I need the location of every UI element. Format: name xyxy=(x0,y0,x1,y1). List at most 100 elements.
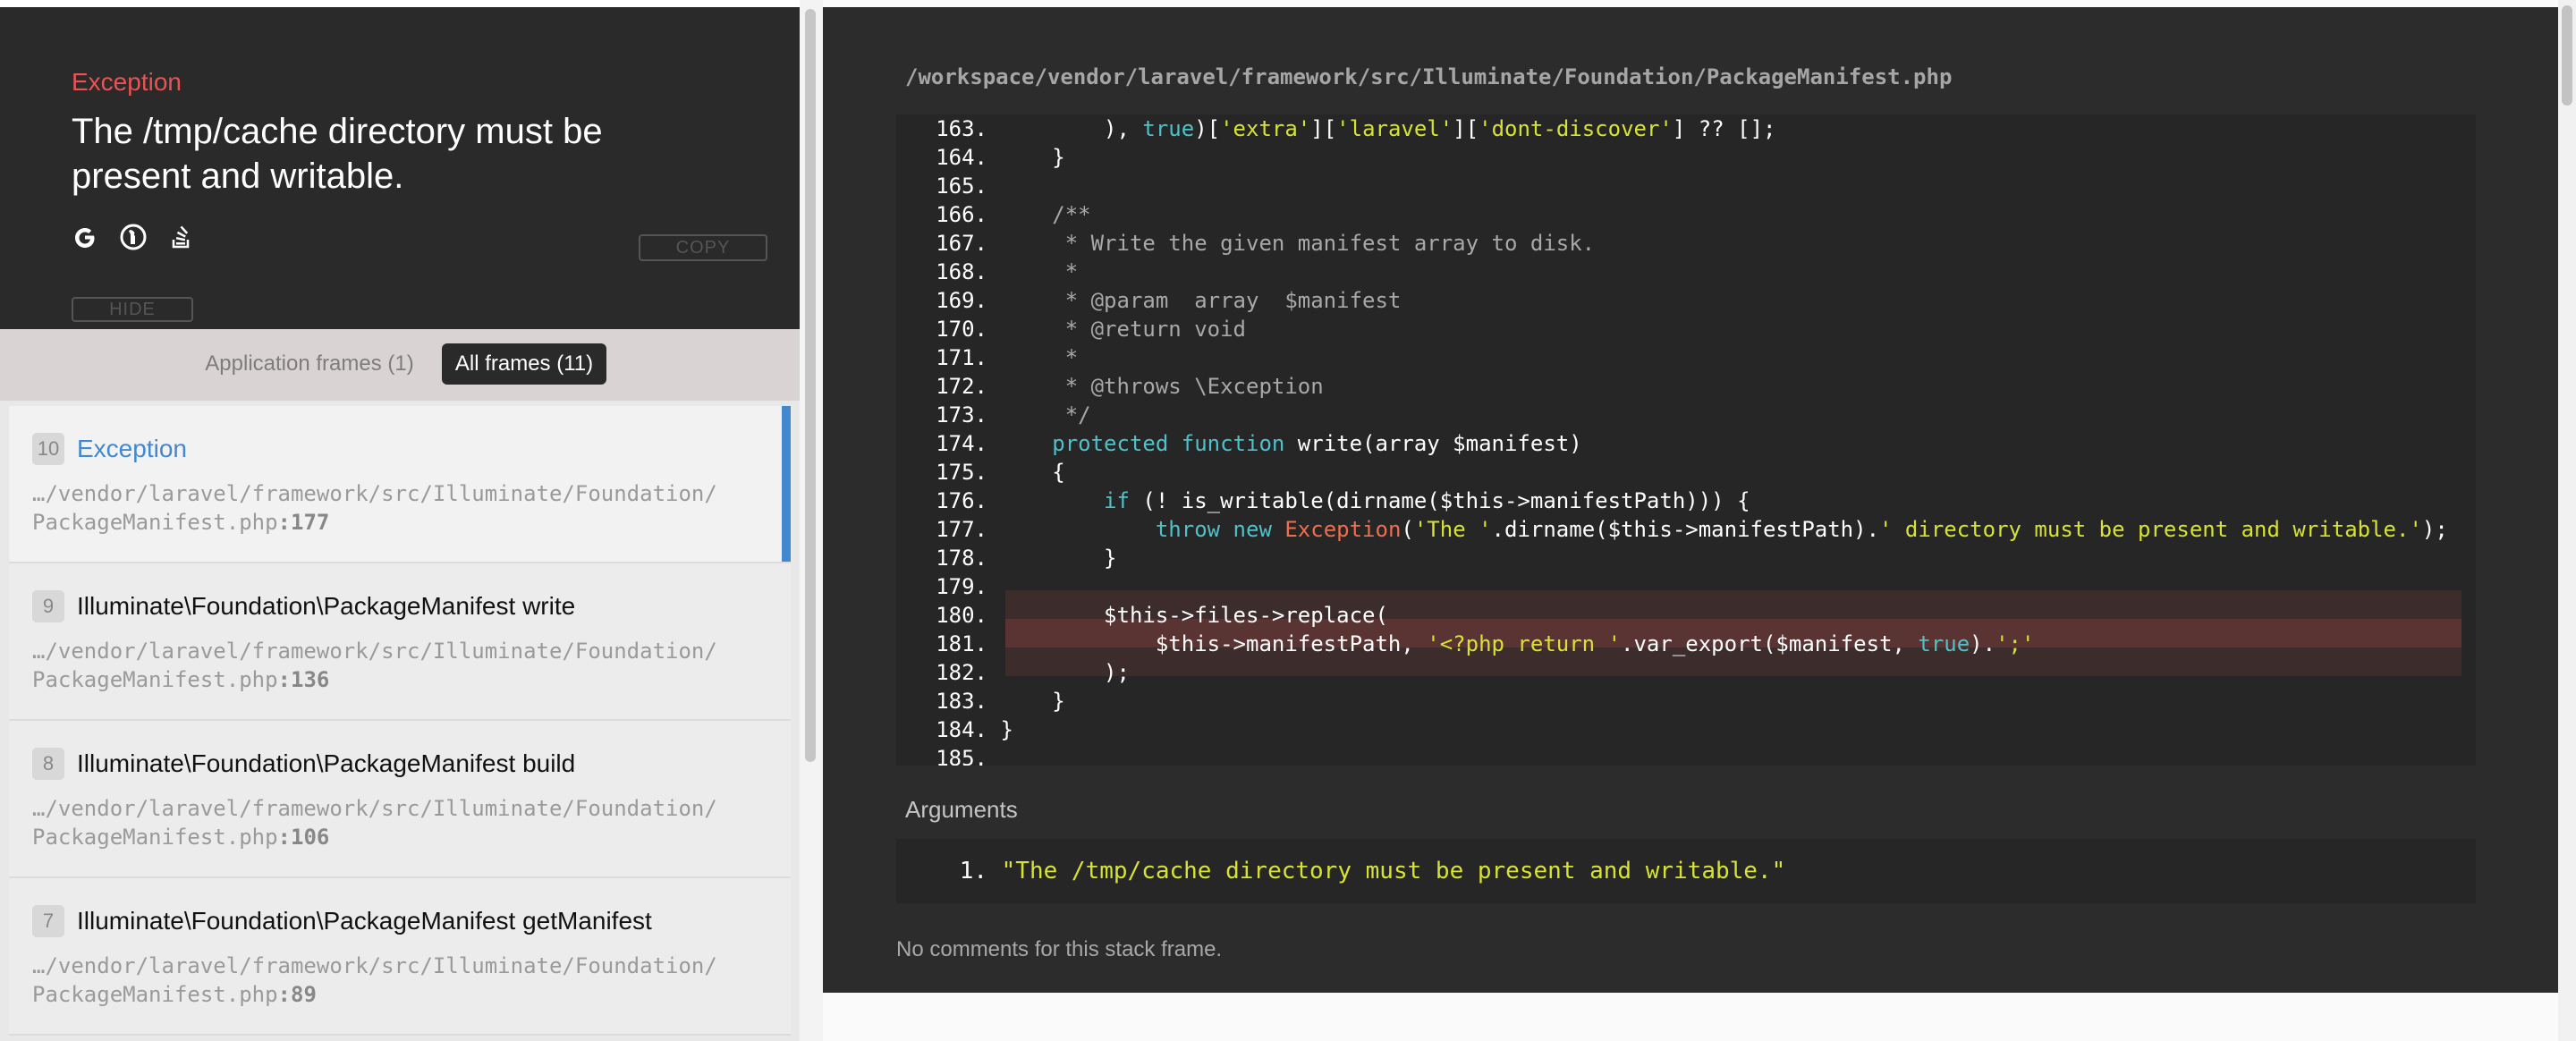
code-line: 163. ), true)['extra']['laravel']['dont-… xyxy=(896,114,1775,143)
code-line: 175. { xyxy=(896,458,1065,487)
code-token: * @param array $manifest xyxy=(1000,288,1402,313)
code-line: 167. * Write the given manifest array to… xyxy=(896,229,1595,258)
line-number: 167. xyxy=(936,231,987,256)
frame-details-panel: /workspace/vendor/laravel/framework/src/… xyxy=(823,0,2558,1041)
code-line: 165. xyxy=(896,172,1000,200)
code-line: 174. protected function write(array $man… xyxy=(896,429,1581,458)
code-token: $this->manifestPath, xyxy=(1000,631,1428,656)
line-number: 185. xyxy=(936,746,987,766)
tab-application-frames[interactable]: Application frames (1) xyxy=(199,343,420,385)
page-scrollbar[interactable] xyxy=(2558,0,2576,1041)
code-token: ][ xyxy=(1310,116,1337,141)
code-line: 179. xyxy=(896,572,1000,601)
code-token: } xyxy=(1000,689,1065,714)
frame-title: Illuminate\Foundation\PackageManifest wr… xyxy=(77,592,576,620)
code-token: } xyxy=(1000,145,1065,170)
code-token: Exception xyxy=(1284,517,1402,542)
google-icon[interactable] xyxy=(70,222,100,252)
line-number: 174. xyxy=(936,431,987,456)
code-token: * @return void xyxy=(1000,317,1246,342)
code-line: 173. */ xyxy=(896,401,1091,429)
code-line: 184. } xyxy=(896,715,1013,744)
code-token: */ xyxy=(1000,402,1091,427)
frame-item-8[interactable]: 8 Illuminate\Foundation\PackageManifest … xyxy=(9,721,791,878)
file-path[interactable]: /workspace/vendor/laravel/framework/src/… xyxy=(905,64,1952,89)
code-panel: /workspace/vendor/laravel/framework/src/… xyxy=(823,7,2558,993)
code-token: 'laravel' xyxy=(1336,116,1453,141)
code-token: * Write the given manifest array to disk… xyxy=(1000,231,1596,256)
arguments-block: 1. "The /tmp/cache directory must be pre… xyxy=(896,839,2476,903)
line-number: 180. xyxy=(936,603,987,628)
code-token: '<?php return ' xyxy=(1427,631,1622,656)
code-line: 171. * xyxy=(896,343,1078,372)
code-token: ][ xyxy=(1453,116,1479,141)
code-token: true xyxy=(1918,631,1970,656)
code-token: ';' xyxy=(1996,631,2035,656)
line-number: 168. xyxy=(936,259,987,284)
code-token: ' directory must be present and writable… xyxy=(1879,517,2422,542)
code-token: throw new xyxy=(1155,517,1272,542)
code-token: if xyxy=(1104,488,1130,513)
frame-item-10[interactable]: 10 Exception …/vendor/laravel/framework/… xyxy=(9,406,791,563)
line-number: 163. xyxy=(936,116,987,141)
arguments-label: Arguments xyxy=(905,796,1018,823)
stack-overflow-icon[interactable] xyxy=(166,222,197,252)
code-block: 163. ), true)['extra']['laravel']['dont-… xyxy=(896,114,2476,766)
line-number: 177. xyxy=(936,517,987,542)
code-line: 170. * @return void xyxy=(896,315,1246,343)
code-token: (! is_writable(dirname($this->manifestPa… xyxy=(1129,488,1750,513)
line-number: 172. xyxy=(936,374,987,399)
line-number: 178. xyxy=(936,546,987,571)
line-number: 176. xyxy=(936,488,987,513)
code-token: ] ?? []; xyxy=(1672,116,1776,141)
code-token: ); xyxy=(2421,517,2448,542)
frame-title: Exception xyxy=(77,435,187,462)
code-token: 'dont-discover' xyxy=(1479,116,1673,141)
duckduckgo-icon[interactable] xyxy=(118,222,148,252)
frame-index: 8 xyxy=(32,748,64,780)
line-number: 175. xyxy=(936,460,987,485)
code-token: true xyxy=(1142,116,1195,141)
hide-button[interactable]: HIDE xyxy=(72,297,193,322)
frame-index: 9 xyxy=(32,590,64,622)
code-line: 178. } xyxy=(896,544,1116,572)
argument-value: "The /tmp/cache directory must be presen… xyxy=(1001,858,1786,884)
code-line: 180. $this->files->replace( xyxy=(896,601,1388,630)
frames-scrollbar-thumb[interactable] xyxy=(805,9,816,762)
frame-path: …/vendor/laravel/framework/src/Illuminat… xyxy=(32,639,717,692)
line-number: 171. xyxy=(936,345,987,370)
line-number: 166. xyxy=(936,202,987,227)
code-token: } xyxy=(1000,717,1013,742)
frame-index: 10 xyxy=(32,433,64,465)
code-token: 'The ' xyxy=(1413,517,1492,542)
frame-path: …/vendor/laravel/framework/src/Illuminat… xyxy=(32,953,717,1007)
line-number: 173. xyxy=(936,402,987,427)
code-line: 182. ); xyxy=(896,658,1130,687)
copy-button[interactable]: COPY xyxy=(639,234,767,261)
code-line: 185. xyxy=(896,744,1000,766)
frames-list: 10 Exception …/vendor/laravel/framework/… xyxy=(9,406,791,1036)
code-token: 'extra' xyxy=(1220,116,1311,141)
code-token: .var_export($manifest, xyxy=(1621,631,1919,656)
code-line: 164. } xyxy=(896,143,1065,172)
code-token: )[ xyxy=(1194,116,1221,141)
line-number: 165. xyxy=(936,174,987,199)
exception-message[interactable]: The /tmp/cache directory must be present… xyxy=(72,109,698,199)
frame-item-9[interactable]: 9 Illuminate\Foundation\PackageManifest … xyxy=(9,563,791,721)
code-line: 183. } xyxy=(896,687,1065,715)
frame-title: Illuminate\Foundation\PackageManifest ge… xyxy=(77,907,652,935)
line-number: 179. xyxy=(936,574,987,599)
frame-path: …/vendor/laravel/framework/src/Illuminat… xyxy=(32,481,717,535)
no-comments-text: No comments for this stack frame. xyxy=(896,937,1223,961)
line-number: 170. xyxy=(936,317,987,342)
frame-item-7[interactable]: 7 Illuminate\Foundation\PackageManifest … xyxy=(9,878,791,1036)
page-scrollbar-thumb[interactable] xyxy=(2562,5,2572,106)
line-number: 164. xyxy=(936,145,987,170)
tab-all-frames[interactable]: All frames (11) xyxy=(442,343,606,385)
code-line: 181. $this->manifestPath, '<?php return … xyxy=(896,630,2034,658)
code-token: ); xyxy=(1000,660,1130,685)
